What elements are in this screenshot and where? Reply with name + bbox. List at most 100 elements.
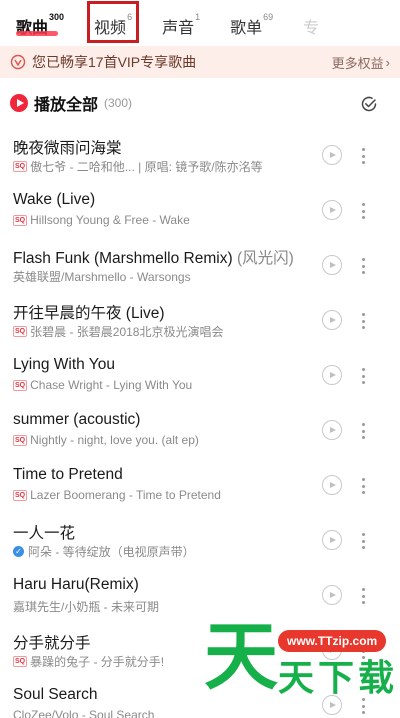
tab-songs[interactable]: 歌曲 300 — [16, 8, 65, 37]
song-title-text: 一人一花 — [13, 525, 76, 542]
sq-quality-badge: SQ — [13, 656, 28, 667]
play-all-row[interactable]: 播放全部 (300) — [0, 88, 400, 118]
tab-playlists[interactable]: 歌单 69 — [230, 8, 273, 37]
chevron-right-icon: › — [385, 54, 390, 70]
song-artist-album: Nightly - night, love you. (alt ep) — [30, 433, 199, 447]
song-title-suffix: (风光闪) — [236, 250, 294, 267]
more-options-icon[interactable] — [356, 256, 370, 276]
song-title: Wake (Live) — [13, 191, 95, 209]
more-options-icon[interactable] — [356, 146, 370, 166]
song-artist-album: CloZee/Volo - Soul Search — [13, 708, 155, 718]
play-mv-icon[interactable] — [322, 255, 342, 275]
song-row[interactable]: Time to Pretend SQ Lazer Boomerang - Time … — [0, 458, 400, 513]
sq-quality-badge: SQ — [13, 489, 28, 501]
watermark: 天 www.TTzip.com 天下载 — [200, 614, 400, 718]
song-title-text: Haru Haru(Remix) — [13, 576, 139, 593]
song-subtitle: SQ Hillsong Young & Free - Wake — [13, 213, 190, 227]
play-mv-icon[interactable] — [322, 365, 342, 385]
song-artist-album: 嘉琪先生/小奶瓶 - 未来可期 — [13, 600, 159, 614]
play-all-count: (300) — [104, 96, 133, 110]
song-title-text: Flash Funk (Marshmello Remix) — [13, 250, 237, 267]
song-row[interactable]: Lying With You SQ Chase Wright - Lying Wit… — [0, 348, 400, 403]
tab-videos-count: 6 — [127, 12, 133, 22]
play-all-icon[interactable] — [10, 94, 28, 112]
sq-quality-badge: SQ — [13, 161, 28, 172]
watermark-url: www.TTzip.com — [278, 630, 387, 652]
song-artist-album: 张碧晨 - 张碧晨2018北京极光演唱会 — [30, 325, 224, 339]
play-all-label: 播放全部 — [34, 97, 99, 114]
song-title: 开往早晨的午夜 (Live) — [13, 301, 165, 323]
category-tabs: 歌曲 300 视频 6 声音 1 歌单 69 专 — [0, 0, 400, 44]
song-title-text: 开往早晨的午夜 (Live) — [13, 305, 165, 322]
song-subtitle: SQ 张碧晨 - 张碧晨2018北京极光演唱会 — [13, 323, 224, 340]
song-title: Lying With You — [13, 356, 115, 374]
song-title: Time to Pretend — [13, 466, 123, 484]
tab-videos-label: 视频 — [94, 20, 127, 37]
song-row[interactable]: Wake (Live) SQ Hillsong Young & Free - Wak… — [0, 183, 400, 238]
vip-banner-text: 您已畅享17首VIP专享歌曲 — [32, 54, 197, 70]
tab-sounds-label: 声音 — [162, 20, 195, 37]
song-subtitle: SQ Lazer Boomerang - Time to Pretend — [13, 488, 221, 502]
more-options-icon[interactable] — [356, 476, 370, 496]
sq-quality-badge: SQ — [13, 379, 28, 391]
vip-badge-icon — [10, 54, 26, 70]
song-title-text: Wake (Live) — [13, 191, 96, 208]
song-artist-album: 阿朵 - 等待绽放（电视原声带） — [28, 545, 195, 559]
song-subtitle: SQ Chase Wright - Lying With You — [13, 378, 192, 392]
song-title: Soul Search — [13, 686, 97, 704]
song-row[interactable]: 开往早晨的午夜 (Live) SQ 张碧晨 - 张碧晨2018北京极光演唱会 — [0, 293, 400, 348]
play-mv-icon[interactable] — [322, 310, 342, 330]
tabs-fade-overlay — [360, 0, 400, 44]
song-title-text: Time to Pretend — [13, 466, 123, 483]
song-subtitle: 英雄联盟/Marshmello - Warsongs — [13, 268, 191, 285]
tab-albums[interactable]: 专 — [303, 8, 320, 37]
tab-songs-count: 300 — [49, 12, 65, 22]
play-mv-icon[interactable] — [322, 145, 342, 165]
more-options-icon[interactable] — [356, 586, 370, 606]
tab-albums-label: 专 — [303, 20, 320, 37]
sq-quality-badge: SQ — [13, 326, 28, 337]
vip-banner[interactable]: 您已畅享17首VIP专享歌曲 更多权益 › — [0, 46, 400, 78]
song-title: Flash Funk (Marshmello Remix) (风光闪) — [13, 246, 294, 268]
play-mv-icon[interactable] — [322, 530, 342, 550]
song-row[interactable]: 一人一花 ✓ 阿朵 - 等待绽放（电视原声带） — [0, 513, 400, 568]
sq-quality-badge: SQ — [13, 214, 28, 226]
verified-check-icon: ✓ — [13, 546, 24, 557]
song-subtitle: SQ 傲七爷 - 二哈和他... | 原唱: 镜予歌/陈亦洺等 — [13, 158, 263, 175]
song-title-text: 晚夜微雨问海棠 — [13, 140, 122, 157]
play-mv-icon[interactable] — [322, 585, 342, 605]
song-row[interactable]: Haru Haru(Remix) 嘉琪先生/小奶瓶 - 未来可期 — [0, 568, 400, 623]
more-options-icon[interactable] — [356, 531, 370, 551]
song-title-text: 分手就分手 — [13, 635, 91, 652]
sq-quality-badge: SQ — [13, 434, 28, 446]
more-options-icon[interactable] — [356, 421, 370, 441]
song-title: summer (acoustic) — [13, 411, 140, 429]
song-subtitle: SQ 暴躁的兔子 - 分手就分手! — [13, 653, 164, 670]
play-mv-icon[interactable] — [322, 200, 342, 220]
song-title: 分手就分手 — [13, 631, 91, 653]
tab-sounds-count: 1 — [195, 12, 201, 22]
song-artist-album: Chase Wright - Lying With You — [30, 378, 193, 392]
tab-songs-label: 歌曲 — [16, 20, 49, 37]
song-title-text: Soul Search — [13, 686, 98, 703]
play-mv-icon[interactable] — [322, 420, 342, 440]
song-title: Haru Haru(Remix) — [13, 576, 139, 594]
watermark-big-char: 天 — [204, 614, 278, 700]
song-subtitle: ✓ 阿朵 - 等待绽放（电视原声带） — [13, 543, 195, 560]
more-options-icon[interactable] — [356, 311, 370, 331]
song-title-text: summer (acoustic) — [13, 411, 141, 428]
tab-sounds[interactable]: 声音 1 — [162, 8, 201, 37]
song-row[interactable]: 晚夜微雨问海棠 SQ 傲七爷 - 二哈和他... | 原唱: 镜予歌/陈亦洺等 — [0, 128, 400, 183]
watermark-text: 天下载 — [278, 657, 399, 698]
song-artist-album: 暴躁的兔子 - 分手就分手! — [30, 655, 165, 669]
vip-more-link[interactable]: 更多权益 — [332, 53, 384, 72]
play-mv-icon[interactable] — [322, 475, 342, 495]
tab-videos[interactable]: 视频 6 — [87, 1, 140, 43]
multi-select-icon[interactable] — [360, 95, 378, 113]
song-row[interactable]: summer (acoustic) SQ Nightly - night, love… — [0, 403, 400, 458]
more-options-icon[interactable] — [356, 366, 370, 386]
more-options-icon[interactable] — [356, 201, 370, 221]
song-subtitle: SQ Nightly - night, love you. (alt ep) — [13, 433, 199, 447]
song-subtitle: 嘉琪先生/小奶瓶 - 未来可期 — [13, 598, 159, 615]
song-row[interactable]: Flash Funk (Marshmello Remix) (风光闪) 英雄联盟/… — [0, 238, 400, 293]
